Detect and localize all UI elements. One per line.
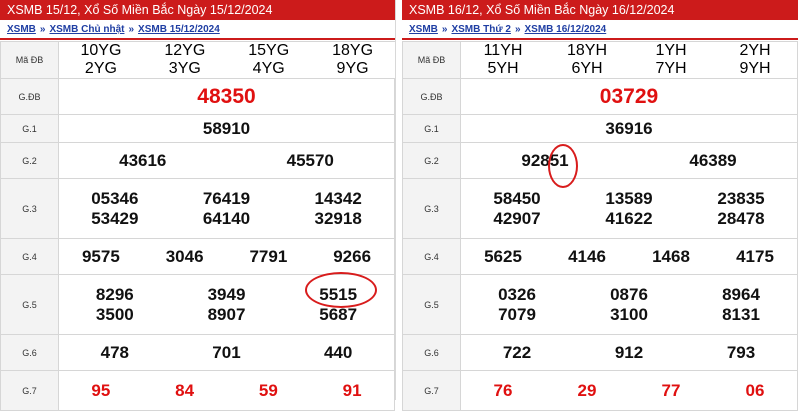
seventh-prize-number: 06 <box>745 380 765 400</box>
prize-label-g2: G.2 <box>0 142 59 179</box>
left-breadcrumb: XSMB» XSMB Chủ nhật» XSMB 15/12/2024 <box>7 24 220 35</box>
third-prize-number: 23835 <box>717 188 765 208</box>
fifth-prize-number: 8296 <box>95 284 134 304</box>
fifth-prize-number: 7079 <box>498 304 536 324</box>
breadcrumb-link-weekday[interactable]: XSMB Thứ 2 <box>451 24 510 35</box>
breadcrumb-link-xsmb[interactable]: XSMB <box>7 24 36 35</box>
second-prize-number: 92851 <box>521 150 569 170</box>
special-code: 12YG 3YG <box>164 42 206 77</box>
right-result-panel: XSMB 16/12, Xổ Số Miền Bắc Ngày 16/12/20… <box>402 0 798 411</box>
madb-label: Mã ĐB <box>0 41 59 79</box>
right-breadcrumb: XSMB» XSMB Thứ 2» XSMB 16/12/2024 <box>409 24 607 35</box>
fourth-prize-number: 9575 <box>81 246 120 266</box>
prize-label-g6: G.6 <box>402 334 461 371</box>
left-results-table: Mã ĐB 10YG 2YG 12YG 3YG 15YG 4YG 18YG 9YG G.… <box>0 41 395 411</box>
prize-label-g5: G.5 <box>0 274 59 335</box>
fifth-prize-number: 0326 <box>498 284 536 304</box>
third-prize-number: 42907 <box>493 208 541 228</box>
breadcrumb-link-date[interactable]: XSMB 16/12/2024 <box>525 24 607 35</box>
seventh-prize-number: 29 <box>577 380 597 400</box>
special-code: 18YG 9YG <box>332 42 374 77</box>
third-prize-number: 14342 <box>314 188 362 208</box>
right-divider <box>402 38 798 40</box>
fourth-prize-number: 9266 <box>333 246 372 266</box>
fifth-prize-number: 0876 <box>610 284 648 304</box>
second-prize-number: 43616 <box>119 150 167 170</box>
fifth-prize-number: 8131 <box>722 304 760 324</box>
sixth-prize-number: 478 <box>100 342 130 362</box>
prize-label-g3: G.3 <box>0 178 59 239</box>
special-code: 18YH 6YH <box>566 42 608 77</box>
first-prize-number: 58910 <box>202 118 251 138</box>
fifth-prize-number: 8907 <box>207 304 246 324</box>
results-page: XSMB 15/12, Xổ Số Miền Bắc Ngày 15/12/20… <box>0 0 800 411</box>
third-prize-number: 58450 <box>493 188 541 208</box>
fifth-prize-number: 3500 <box>95 304 134 324</box>
breadcrumb-link-xsmb[interactable]: XSMB <box>409 24 438 35</box>
special-code: 1YH 7YH <box>655 42 687 77</box>
second-prize-number: 46389 <box>689 150 737 170</box>
special-prize-number: 03729 <box>599 84 659 108</box>
special-code: 10YG 2YG <box>80 42 122 77</box>
fourth-prize-number: 1468 <box>652 246 690 266</box>
fourth-prize-number: 7791 <box>249 246 288 266</box>
fifth-prize-number: 5687 <box>319 304 358 324</box>
sixth-prize-number: 701 <box>212 342 241 362</box>
fourth-prize-number: 3046 <box>165 246 204 266</box>
third-prize-number: 64140 <box>202 208 251 228</box>
left-title: XSMB 15/12, Xổ Số Miền Bắc Ngày 15/12/20… <box>0 0 395 20</box>
first-prize-number: 36916 <box>605 118 653 138</box>
third-prize-number: 05346 <box>91 188 139 208</box>
second-prize-number: 45570 <box>286 150 334 170</box>
seventh-prize-number: 59 <box>258 380 278 400</box>
prize-label-g4: G.4 <box>402 238 461 275</box>
breadcrumb-link-weekday[interactable]: XSMB Chủ nhật <box>49 24 124 35</box>
prize-label-g7: G.7 <box>402 370 461 411</box>
fourth-prize-number: 4146 <box>568 246 606 266</box>
prize-label-g1: G.1 <box>0 114 59 143</box>
left-result-panel: XSMB 15/12, Xổ Số Miền Bắc Ngày 15/12/20… <box>0 0 396 411</box>
right-results-table: Mã ĐB 11YH 5YH 18YH 6YH 1YH 7YH 2YH 9YH G.ĐB… <box>402 41 798 411</box>
prize-label-g7: G.7 <box>0 370 59 411</box>
seventh-prize-number: 76 <box>493 380 513 400</box>
madb-label: Mã ĐB <box>402 41 461 79</box>
prize-label-g4: G.4 <box>0 238 59 275</box>
third-prize-number: 32918 <box>314 208 362 228</box>
prize-label-g5: G.5 <box>402 274 461 335</box>
breadcrumb-link-date[interactable]: XSMB 15/12/2024 <box>138 24 220 35</box>
prize-label-gdb: G.ĐB <box>0 78 59 115</box>
sixth-prize-number: 440 <box>323 342 353 362</box>
seventh-prize-number: 84 <box>175 380 195 400</box>
prize-label-gdb: G.ĐB <box>402 78 461 115</box>
third-prize-number: 28478 <box>717 208 765 228</box>
sixth-prize-number: 793 <box>726 342 756 362</box>
special-code: 2YH 9YH <box>739 42 771 77</box>
fifth-prize-number: 3100 <box>610 304 648 324</box>
third-prize-number: 13589 <box>605 188 653 208</box>
prize-label-g6: G.6 <box>0 334 59 371</box>
sixth-prize-number: 912 <box>614 342 644 362</box>
third-prize-number: 53429 <box>91 208 139 228</box>
prize-label-g3: G.3 <box>402 178 461 239</box>
prize-label-g2: G.2 <box>402 142 461 179</box>
sixth-prize-number: 722 <box>502 342 532 362</box>
fifth-prize-number: 3949 <box>207 284 246 304</box>
seventh-prize-number: 77 <box>661 380 681 400</box>
fourth-prize-number: 5625 <box>484 246 522 266</box>
fifth-prize-number: 5515 <box>319 284 358 304</box>
fifth-prize-number: 8964 <box>722 284 760 304</box>
left-divider <box>0 38 395 40</box>
right-title: XSMB 16/12, Xổ Số Miền Bắc Ngày 16/12/20… <box>402 0 798 20</box>
special-prize-number: 48350 <box>197 84 256 108</box>
special-code: 15YG 4YG <box>248 42 290 77</box>
prize-label-g1: G.1 <box>402 114 461 143</box>
special-code: 11YH 5YH <box>483 42 523 77</box>
seventh-prize-number: 95 <box>91 380 111 400</box>
fourth-prize-number: 4175 <box>736 246 774 266</box>
third-prize-number: 41622 <box>605 208 653 228</box>
third-prize-number: 76419 <box>202 188 251 208</box>
seventh-prize-number: 91 <box>342 380 362 400</box>
